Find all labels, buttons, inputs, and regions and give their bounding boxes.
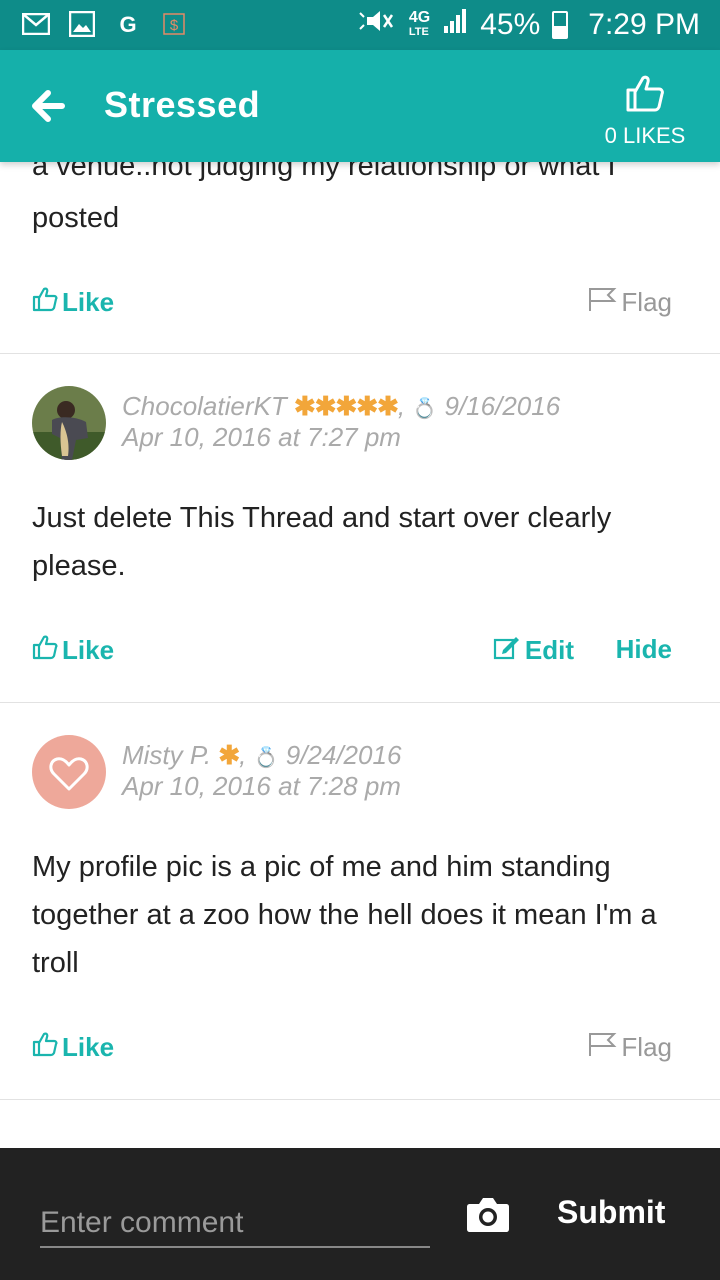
battery-icon [552, 11, 569, 39]
list-item: Misty P. ✱, 💍 9/24/2016 Apr 10, 2016 at … [0, 703, 720, 1100]
post-text-partial: a venue..not judging my relationship or … [32, 162, 616, 182]
author-name[interactable]: Misty P. [122, 740, 211, 770]
post-text: Just delete This Thread and start over c… [32, 502, 612, 582]
edit-label: Edit [524, 635, 574, 665]
flag-label: Flag [621, 1032, 672, 1062]
post-text: posted [32, 202, 120, 234]
edit-button[interactable]: Edit [493, 634, 574, 667]
like-label: Like [62, 1032, 115, 1062]
battery-percent: 45% [480, 8, 541, 41]
rating-stars: ✱✱✱✱✱ [293, 391, 399, 421]
author-name[interactable]: ChocolatierKT [122, 391, 287, 421]
mute-icon [357, 8, 397, 42]
ring-icon: 💍 [253, 747, 279, 769]
svg-text:$: $ [170, 17, 179, 34]
svg-text:G: G [119, 12, 136, 36]
list-item: a venue..not judging my relationship or … [0, 162, 720, 354]
camera-icon[interactable] [466, 1194, 510, 1234]
post-meta: ChocolatierKT ✱✱✱✱✱, 💍 9/16/2016 Apr 10,… [122, 391, 561, 452]
edit-icon [493, 634, 521, 667]
image-icon [68, 10, 96, 38]
status-bar: G $ 4G LTE 45% 7:29 PM [0, 0, 720, 50]
wedding-date: 9/16/2016 [444, 391, 561, 421]
mail-icon [22, 10, 50, 38]
back-arrow-icon[interactable] [28, 86, 68, 126]
avatar[interactable] [32, 386, 106, 460]
signal-icon [442, 8, 468, 42]
thumbs-up-icon [32, 634, 58, 667]
comment-bar: Submit [0, 1148, 720, 1280]
thumbs-up-icon [624, 75, 666, 118]
network-type: 4G LTE [408, 9, 431, 39]
likes-button[interactable]: 0 LIKES [600, 72, 690, 149]
post-meta: Misty P. ✱, 💍 9/24/2016 Apr 10, 2016 at … [122, 740, 402, 801]
comment-list[interactable]: a venue..not judging my relationship or … [0, 162, 720, 1148]
thumbs-up-icon [32, 286, 58, 319]
like-button[interactable]: Like [32, 1031, 114, 1064]
like-label: Like [62, 287, 115, 317]
post-actions: Like Flag [32, 1031, 672, 1071]
list-item: ChocolatierKT ✱✱✱✱✱, 💍 9/16/2016 Apr 10,… [0, 354, 720, 703]
flag-label: Flag [621, 287, 672, 317]
post-actions: Like Flag [32, 286, 672, 326]
likes-count: 0 LIKES [604, 123, 686, 148]
flag-icon [587, 1031, 617, 1064]
flag-button[interactable]: Flag [587, 1031, 672, 1064]
flag-icon [587, 286, 617, 319]
google-icon: G [114, 10, 142, 38]
like-button[interactable]: Like [32, 286, 114, 319]
like-label: Like [62, 635, 115, 665]
rating-stars: ✱ [218, 740, 240, 770]
clock: 7:29 PM [588, 8, 700, 41]
like-button[interactable]: Like [32, 634, 114, 667]
avatar[interactable] [32, 735, 106, 809]
post-text: My profile pic is a pic of me and him st… [32, 851, 657, 979]
post-actions: Like Edit Hide [32, 634, 672, 674]
dollar-icon: $ [160, 10, 188, 38]
timestamp: Apr 10, 2016 at 7:27 pm [122, 422, 401, 452]
timestamp: Apr 10, 2016 at 7:28 pm [122, 771, 401, 801]
hide-button[interactable]: Hide [616, 634, 672, 665]
wedding-date: 9/24/2016 [285, 740, 402, 770]
app-bar: Stressed 0 LIKES [0, 50, 720, 162]
submit-button[interactable]: Submit [557, 1194, 665, 1231]
ring-icon: 💍 [412, 398, 438, 420]
comment-input[interactable] [40, 1200, 430, 1248]
flag-button[interactable]: Flag [587, 286, 672, 319]
page-title: Stressed [104, 84, 261, 125]
thumbs-up-icon [32, 1031, 58, 1064]
